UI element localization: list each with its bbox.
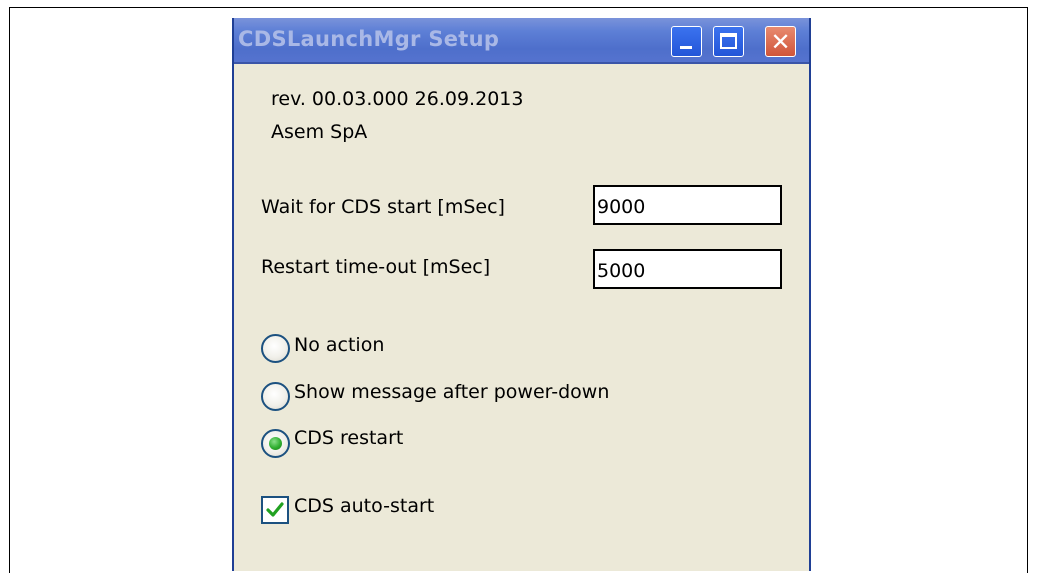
- restart-timeout-label: Restart time-out [mSec]: [261, 256, 491, 278]
- checkmark-icon: [266, 502, 284, 517]
- cds-restart-label[interactable]: CDS restart: [294, 427, 403, 449]
- maximize-button[interactable]: [713, 26, 744, 57]
- wait-for-cds-start-input[interactable]: 9000: [593, 185, 782, 225]
- company-text: Asem SpA: [271, 121, 368, 143]
- cds-auto-start-checkbox[interactable]: [261, 496, 289, 524]
- cds-auto-start-label[interactable]: CDS auto-start: [294, 495, 434, 517]
- close-icon: ✕: [770, 27, 791, 56]
- minimize-icon: [680, 46, 692, 49]
- minimize-button[interactable]: [671, 26, 702, 57]
- setup-dialog: CDSLaunchMgr Setup ✕ rev. 00.03.000 26.0…: [232, 18, 811, 571]
- window-title: CDSLaunchMgr Setup: [238, 27, 500, 51]
- maximize-icon: [720, 33, 737, 49]
- no-action-label[interactable]: No action: [294, 334, 384, 356]
- radio-selected-dot: [269, 437, 282, 450]
- revision-text: rev. 00.03.000 26.09.2013: [271, 88, 524, 110]
- wait-for-cds-start-label: Wait for CDS start [mSec]: [261, 196, 505, 218]
- show-message-radio[interactable]: [261, 382, 290, 411]
- no-action-radio[interactable]: [261, 334, 290, 363]
- show-message-label[interactable]: Show message after power-down: [294, 381, 609, 403]
- title-bar[interactable]: CDSLaunchMgr Setup ✕: [234, 18, 809, 64]
- restart-timeout-input[interactable]: 5000: [593, 249, 782, 289]
- cds-restart-radio[interactable]: [261, 429, 290, 458]
- close-button[interactable]: ✕: [765, 26, 796, 57]
